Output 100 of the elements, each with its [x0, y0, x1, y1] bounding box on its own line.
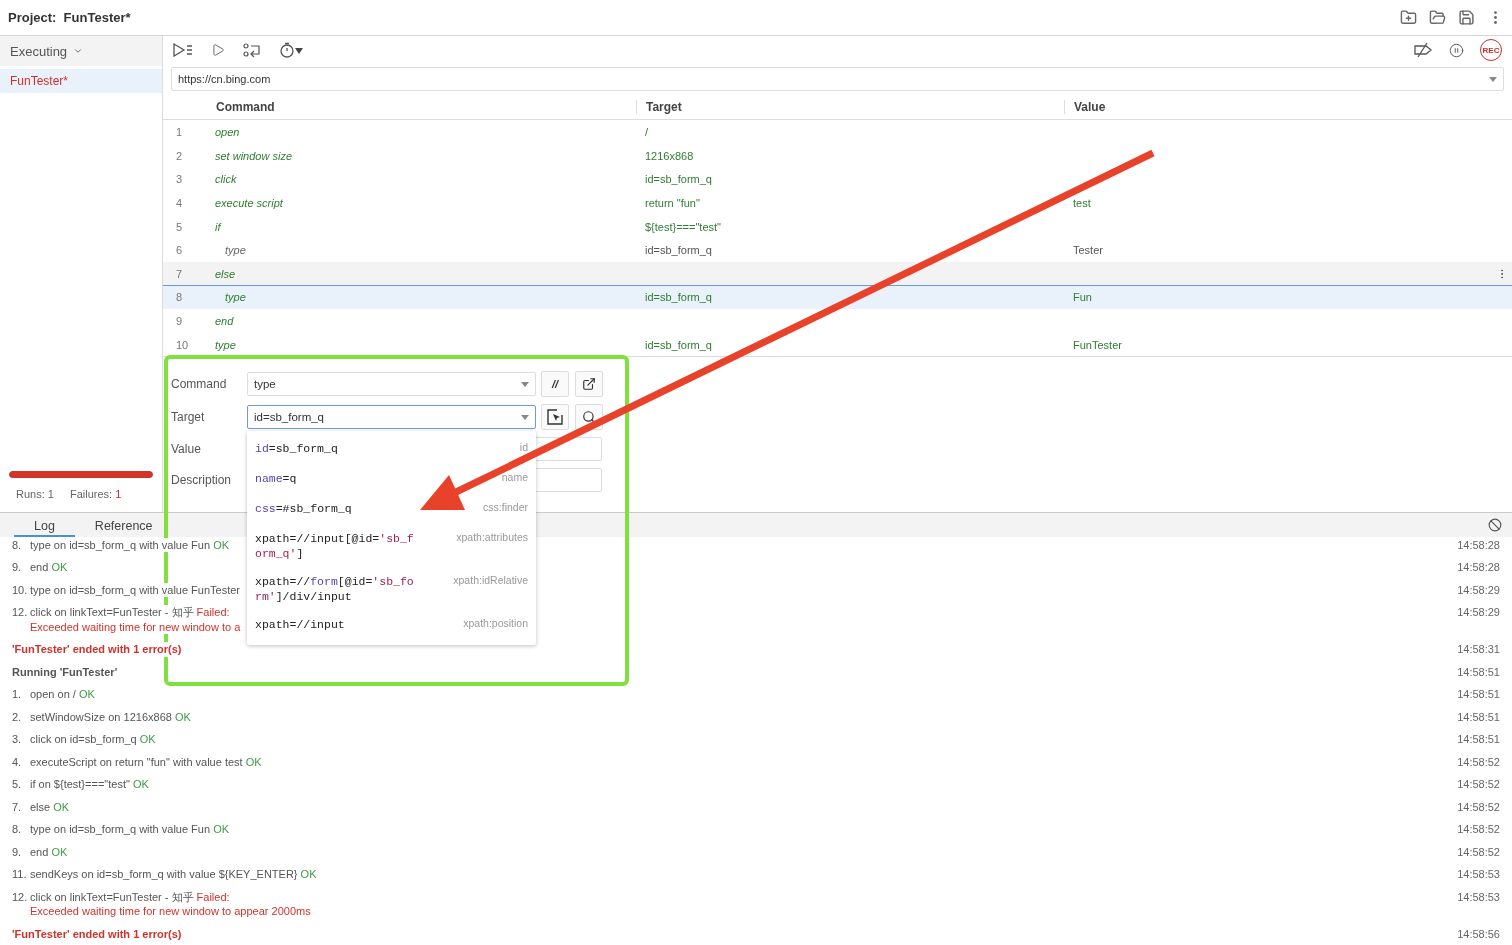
- select-target-button[interactable]: [541, 404, 569, 430]
- target-cell-text: 1216x868: [644, 149, 695, 162]
- log-time: 14:58:51: [1457, 732, 1500, 747]
- open-window-button[interactable]: [575, 371, 603, 397]
- test-item[interactable]: FunTester*: [0, 69, 162, 93]
- suggestion-item[interactable]: name=q name: [247, 465, 536, 495]
- log-entry: 3. click on id=sb_form_q OK: [12, 732, 156, 747]
- line-number: 8: [175, 291, 184, 304]
- log-time: 14:58:56: [1457, 926, 1500, 941]
- command-row[interactable]: 1 open /: [163, 120, 1512, 144]
- command-cell-text: end: [214, 315, 235, 328]
- timer-icon[interactable]: [279, 42, 303, 58]
- search-icon[interactable]: [582, 410, 596, 424]
- caret-icon[interactable]: [521, 381, 529, 387]
- log-entry: 11. sendKeys on id=sb_form_q with value ${KEY_ENTER} OK: [12, 867, 317, 882]
- log-time: 14:58:31: [1457, 642, 1500, 657]
- log-entry: 8. type on id=sb_form_q with value Fun OK: [12, 537, 230, 552]
- suggestion-item[interactable]: xpath=//input[@id='sb_form_q'] xpath:attributes: [247, 525, 536, 568]
- caret-icon[interactable]: [521, 414, 529, 420]
- log-time: 14:58:29: [1457, 582, 1500, 597]
- log-time: 14:58:52: [1457, 777, 1500, 792]
- line-number: 3: [175, 173, 184, 186]
- description-label: Description: [171, 473, 233, 487]
- command-row[interactable]: 5 if ${test}==="test": [163, 214, 1512, 238]
- open-window-icon[interactable]: [582, 377, 596, 391]
- log-entry: 12. click on linkText=FunTester - 知乎 Failed: Exceeded waiting time for new window to appear 2000ms: [12, 889, 311, 919]
- value-label: Value: [171, 442, 202, 456]
- column-header: Value: [1064, 100, 1512, 114]
- line-number: 2: [175, 149, 184, 162]
- breakpoint-off-icon[interactable]: [1413, 42, 1433, 58]
- command-row[interactable]: 10 type id=sb_form_q FunTester: [163, 332, 1512, 356]
- target-label: Target: [171, 410, 206, 424]
- command-select[interactable]: type: [247, 372, 536, 396]
- cursor-icon[interactable]: [547, 409, 563, 425]
- target-cell-text: id=sb_form_q: [644, 338, 713, 351]
- log-time: 14:58:51: [1457, 687, 1500, 702]
- save-icon[interactable]: [1458, 9, 1475, 26]
- clear-icon[interactable]: [1488, 518, 1502, 532]
- command-row[interactable]: 2 set window size 1216x868: [163, 143, 1512, 168]
- project-title: Project: FunTester*: [8, 10, 131, 25]
- log-tab[interactable]: Reference: [74, 519, 173, 537]
- line-number: 1: [175, 126, 184, 139]
- log-entry: 8. type on id=sb_form_q with value Fun OK: [12, 822, 230, 837]
- target-field[interactable]: id=sb_form_q: [247, 405, 536, 429]
- target-cell-text: /: [644, 126, 650, 139]
- log-time: 14:58:51: [1457, 664, 1500, 679]
- line-number: 9: [175, 315, 184, 328]
- command-cell-text: type: [224, 244, 247, 257]
- log-time: 14:58:29: [1457, 605, 1500, 620]
- column-header: Command: [215, 100, 276, 114]
- log-time: 14:58:28: [1457, 560, 1500, 575]
- log-entry: 12. click on linkText=FunTester - 知乎 Failed: Exceeded waiting time for new window to a: [12, 605, 241, 634]
- caret-icon[interactable]: [73, 46, 84, 56]
- suggestion-item[interactable]: xpath=//input xpath:position: [247, 611, 536, 641]
- log-time: 14:58:53: [1457, 867, 1500, 882]
- command-cell-text: click: [214, 173, 238, 186]
- command-row[interactable]: 3 click id=sb_form_q: [163, 167, 1512, 191]
- runs-count: Runs: 1: [16, 488, 54, 500]
- command-row[interactable]: 9 end: [163, 308, 1512, 333]
- log-time: 14:58:28: [1457, 537, 1500, 552]
- command-cell-text: else: [214, 267, 237, 280]
- value-cell-text: Tester: [1072, 244, 1104, 257]
- log-time: 14:58:52: [1457, 822, 1500, 837]
- target-cell-text: id=sb_form_q: [644, 291, 713, 304]
- command-cell-text: type: [214, 338, 237, 351]
- new-folder-icon[interactable]: [1400, 9, 1417, 26]
- log-entry: 1. open on / OK: [12, 687, 95, 702]
- suggestion-item[interactable]: id=sb_form_q id: [247, 435, 536, 465]
- command-cell-text: set window size: [214, 149, 294, 162]
- value-cell-text: FunTester: [1072, 338, 1123, 351]
- suggestion-item[interactable]: css=#sb_form_q css:finder: [247, 495, 536, 525]
- command-cell-text: execute script: [214, 197, 284, 210]
- log-time: 14:58:53: [1457, 889, 1500, 904]
- comment-button[interactable]: //: [541, 371, 569, 397]
- run-icon[interactable]: [211, 43, 225, 57]
- failures-count: Failures: 1: [69, 488, 122, 500]
- url-field[interactable]: https://cn.bing.com: [171, 67, 1504, 91]
- command-cell-text: open: [214, 126, 241, 139]
- command-row[interactable]: 7 else: [163, 261, 1512, 286]
- command-row[interactable]: 6 type id=sb_form_q Tester: [163, 237, 1512, 262]
- caret-icon[interactable]: [1489, 76, 1497, 82]
- folder-icon[interactable]: [1429, 9, 1446, 26]
- command-label: Command: [171, 377, 228, 391]
- log-time: 14:58:51: [1457, 709, 1500, 724]
- command-row[interactable]: 4 execute script return "fun" test: [163, 190, 1512, 215]
- target-cell-text: return "fun": [644, 197, 701, 210]
- log-time: 14:58:52: [1457, 799, 1500, 814]
- log-entry: 5. if on ${test}==="test" OK: [12, 777, 149, 792]
- step-icon[interactable]: [243, 42, 261, 58]
- executing-dropdown[interactable]: Executing: [0, 36, 162, 66]
- target-cell-text: ${test}==="test": [644, 220, 722, 233]
- suggestion-item[interactable]: xpath=//form[@id='sb_form']/div/input xpath:idRelative: [247, 568, 536, 611]
- pause-icon[interactable]: [1449, 42, 1464, 58]
- command-cell-text: if: [214, 220, 223, 233]
- line-number: 7: [175, 267, 184, 280]
- command-row[interactable]: 8 type id=sb_form_q Fun: [163, 285, 1512, 309]
- log-time: 14:58:52: [1457, 844, 1500, 859]
- column-header: Target: [636, 100, 1064, 114]
- line-number: 5: [175, 220, 184, 233]
- run-all-icon[interactable]: [173, 43, 193, 57]
